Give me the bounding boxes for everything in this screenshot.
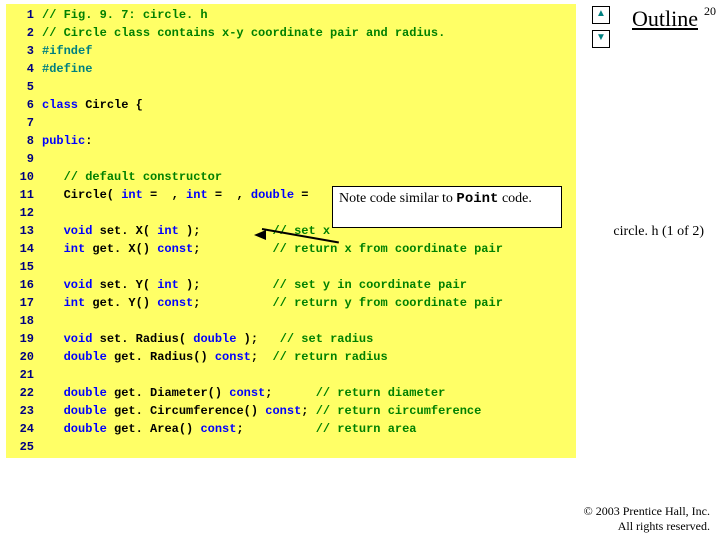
code-line: 20 double get. Radius() const; // return… [6, 348, 576, 366]
code-text: double get. Diameter() const; // return … [42, 384, 445, 402]
line-number: 23 [6, 402, 42, 420]
line-number: 15 [6, 258, 42, 276]
code-line: 19 void set. Radius( double ); // set ra… [6, 330, 576, 348]
code-line: 10 // default constructor [6, 168, 576, 186]
code-line: 17 int get. Y() const; // return y from … [6, 294, 576, 312]
code-text: double get. Circumference() const; // re… [42, 402, 481, 420]
code-line: 22 double get. Diameter() const; // retu… [6, 384, 576, 402]
copyright-line-2: All rights reserved. [584, 519, 710, 534]
line-number: 2 [6, 24, 42, 42]
code-line: 6class Circle { [6, 96, 576, 114]
line-number: 7 [6, 114, 42, 132]
line-number: 5 [6, 78, 42, 96]
code-line: 1// Fig. 9. 7: circle. h [6, 6, 576, 24]
scroll-up-button[interactable]: ▲ [592, 6, 610, 24]
copyright: © 2003 Prentice Hall, Inc. All rights re… [584, 504, 710, 534]
line-number: 6 [6, 96, 42, 114]
line-number: 24 [6, 420, 42, 438]
line-number: 12 [6, 204, 42, 222]
line-number: 8 [6, 132, 42, 150]
code-text: #define [42, 60, 92, 78]
line-number: 16 [6, 276, 42, 294]
line-number: 14 [6, 240, 42, 258]
code-line: 24 double get. Area() const; // return a… [6, 420, 576, 438]
line-number: 13 [6, 222, 42, 240]
code-line: 3#ifndef [6, 42, 576, 60]
code-text: int get. Y() const; // return y from coo… [42, 294, 503, 312]
code-line: 18 [6, 312, 576, 330]
code-text: int get. X() const; // return x from coo… [42, 240, 503, 258]
line-number: 1 [6, 6, 42, 24]
code-line: 2// Circle class contains x-y coordinate… [6, 24, 576, 42]
line-number: 22 [6, 384, 42, 402]
line-number: 11 [6, 186, 42, 204]
line-number: 3 [6, 42, 42, 60]
code-line: 4#define [6, 60, 576, 78]
line-number: 10 [6, 168, 42, 186]
callout-text-pre: Note code similar to [339, 191, 456, 206]
slide: ▲ ▼ Outline 20 1// Fig. 9. 7: circle. h2… [0, 0, 720, 540]
code-text: void set. Radius( double ); // set radiu… [42, 330, 373, 348]
code-text: void set. Y( int ); // set y in coordina… [42, 276, 467, 294]
line-number: 20 [6, 348, 42, 366]
code-line: 23 double get. Circumference() const; //… [6, 402, 576, 420]
code-text: public: [42, 132, 92, 150]
line-number: 4 [6, 60, 42, 78]
line-number: 17 [6, 294, 42, 312]
code-line: 21 [6, 366, 576, 384]
callout-note: Note code similar to Point code. [332, 186, 562, 228]
code-text: double get. Radius() const; // return ra… [42, 348, 388, 366]
code-line: 15 [6, 258, 576, 276]
line-number: 9 [6, 150, 42, 168]
line-number: 19 [6, 330, 42, 348]
callout-code-word: Point [456, 191, 498, 207]
code-block: 1// Fig. 9. 7: circle. h2// Circle class… [6, 4, 576, 458]
code-line: 8public: [6, 132, 576, 150]
copyright-line-1: © 2003 Prentice Hall, Inc. [584, 504, 710, 519]
line-number: 25 [6, 438, 42, 456]
code-text: // Circle class contains x-y coordinate … [42, 24, 445, 42]
code-text: double get. Area() const; // return area [42, 420, 417, 438]
code-line: 16 void set. Y( int ); // set y in coord… [6, 276, 576, 294]
line-number: 18 [6, 312, 42, 330]
code-line: 25 [6, 438, 576, 456]
code-text: #ifndef [42, 42, 92, 60]
code-line: 9 [6, 150, 576, 168]
page-number: 20 [704, 4, 716, 19]
scroll-down-button[interactable]: ▼ [592, 30, 610, 48]
callout-arrow-head [254, 230, 266, 240]
slide-caption: circle. h (1 of 2) [613, 224, 704, 240]
code-text: void set. X( int ); // set x [42, 222, 330, 240]
callout-text-post: code. [498, 191, 531, 206]
code-line: 7 [6, 114, 576, 132]
code-text: // default constructor [42, 168, 222, 186]
line-number: 21 [6, 366, 42, 384]
code-text: Circle( int = , int = , double = ); [42, 186, 359, 204]
code-line: 5 [6, 78, 576, 96]
code-text: // Fig. 9. 7: circle. h [42, 6, 208, 24]
code-line: 14 int get. X() const; // return x from … [6, 240, 576, 258]
code-text: class Circle { [42, 96, 143, 114]
outline-heading: Outline [632, 6, 698, 32]
